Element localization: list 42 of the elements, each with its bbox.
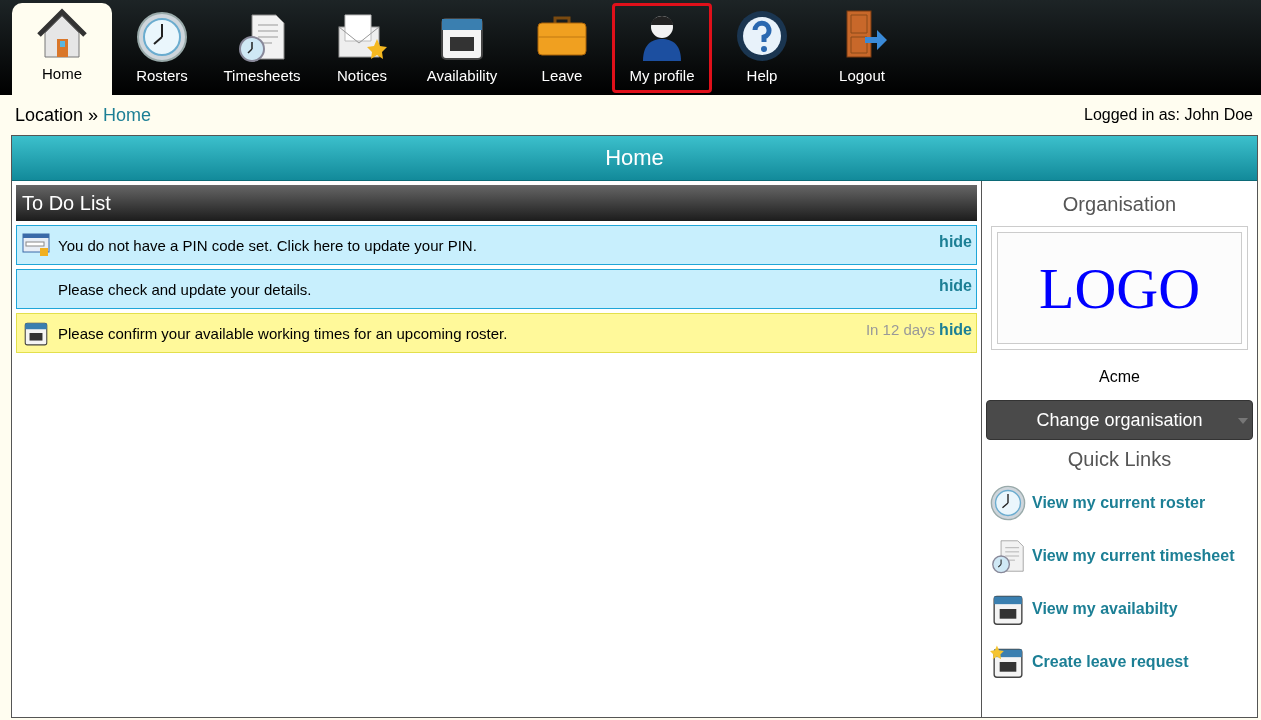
due-text: In 12 days [865, 321, 936, 339]
nav-tab[interactable]: Leave [512, 3, 612, 93]
quick-link[interactable]: View my current timesheet [990, 538, 1253, 574]
nav-tab[interactable]: Notices [312, 3, 412, 93]
quick-link[interactable]: Create leave request [990, 644, 1253, 680]
nav-tab[interactable]: Logout [812, 3, 912, 93]
hide-link[interactable]: hide [939, 233, 972, 251]
todo-item[interactable]: Please check and update your details. hide [16, 269, 977, 309]
nav-tab[interactable]: Timesheets [212, 3, 312, 93]
nav-tab[interactable]: Home [12, 3, 112, 95]
password-window-icon [21, 232, 50, 258]
breadcrumb-label: Location » [15, 104, 99, 126]
section-title: Quick Links [1067, 448, 1172, 471]
breadcrumb-link[interactable]: Home [103, 104, 152, 126]
nav-tab[interactable]: Help [712, 3, 812, 93]
calendar-star-icon [990, 644, 1026, 680]
timesheet-icon [990, 538, 1026, 574]
todo-text: Please check and update your details. [58, 280, 313, 298]
logged-in-text: Logged in as: John Doe [1084, 106, 1253, 124]
page-title: Home [12, 136, 1257, 181]
section-title: Organisation [1062, 193, 1177, 216]
hide-link[interactable]: hide [939, 277, 972, 295]
clock-icon [990, 485, 1026, 521]
todo-item[interactable]: Please confirm your available working times for an upcoming roster. In 12 days hide [16, 313, 977, 353]
help-icon [735, 9, 789, 63]
timesheet-icon [236, 11, 288, 63]
house-icon [35, 7, 89, 61]
quick-link[interactable]: View my current roster [990, 485, 1253, 521]
change-organisation-button[interactable]: Change organisation [986, 400, 1253, 440]
todo-list-header: To Do List [16, 185, 977, 221]
clock-icon [136, 11, 188, 63]
caret-icon [1238, 418, 1248, 424]
nav-tab[interactable]: Rosters [112, 3, 212, 93]
nav-tab[interactable]: Availability [412, 3, 512, 93]
todo-text: Please confirm your available working times for an upcoming roster. [58, 324, 509, 342]
organisation-name: Acme [1099, 368, 1140, 386]
todo-text: You do not have a PIN code set. Click here to update your PIN. [58, 236, 478, 254]
todo-item[interactable]: You do not have a PIN code set. Click here to update your PIN. hide [16, 225, 977, 265]
logo-text: LOGO [997, 232, 1242, 344]
quick-link[interactable]: View my availabilty [990, 591, 1253, 627]
hide-link[interactable]: hide [939, 321, 972, 339]
nav-tab[interactable]: My profile [612, 3, 712, 93]
